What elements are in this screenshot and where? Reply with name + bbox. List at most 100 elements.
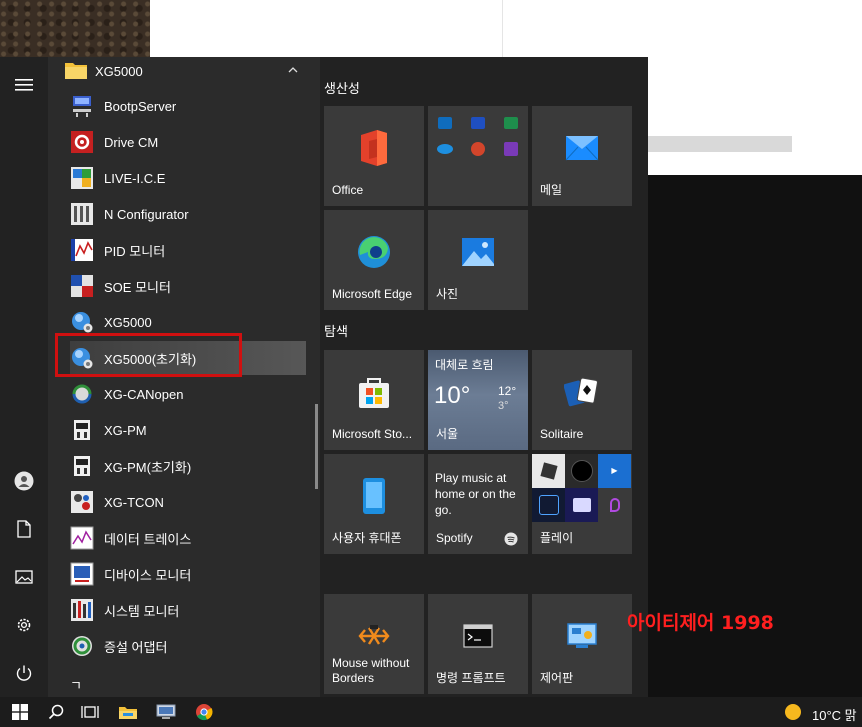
- tile-store[interactable]: Microsoft Sto...: [324, 350, 424, 450]
- app-label: XG-PM(초기화): [104, 459, 192, 475]
- app-label: 디바이스 모니터: [104, 567, 192, 583]
- app-pid-monitor[interactable]: PID 모니터: [70, 233, 306, 267]
- tile-mail[interactable]: 메일: [532, 106, 632, 206]
- xg-pm-init-icon: [70, 454, 94, 478]
- edge-icon: [358, 236, 390, 268]
- tile-office[interactable]: Office: [324, 106, 424, 206]
- roblox-icon: [532, 454, 565, 488]
- window-divider: [502, 0, 503, 57]
- gear-icon: [17, 618, 31, 632]
- tile-control-panel[interactable]: 제어판: [532, 594, 632, 694]
- app-device-monitor[interactable]: 디바이스 모니터: [70, 557, 306, 591]
- group-label-explore[interactable]: 탐색: [324, 321, 348, 340]
- taskbar-file-explorer[interactable]: [110, 697, 146, 727]
- xg-tcon-icon: [70, 490, 94, 514]
- document-icon: [17, 520, 31, 538]
- tiktok-icon: [565, 454, 598, 488]
- server-icon: [70, 94, 94, 118]
- app-list-scrollbar[interactable]: [315, 404, 318, 489]
- app-xg-canopen[interactable]: XG-CANopen: [70, 377, 306, 411]
- red-highlight-box: [55, 333, 242, 377]
- tile-photos[interactable]: 사진: [428, 210, 528, 310]
- store-icon: [359, 378, 389, 408]
- app-adapter[interactable]: 증설 어댑터: [70, 629, 306, 663]
- group-label-productivity[interactable]: 생산성: [324, 78, 360, 97]
- tile-weather[interactable]: 대체로 흐림 10° 12° 3° 서울: [428, 350, 528, 450]
- drive-cm-icon: [70, 130, 94, 154]
- tile-office-apps[interactable]: [428, 106, 528, 206]
- power-button[interactable]: [0, 653, 48, 693]
- task-view-button[interactable]: [72, 697, 108, 727]
- soe-monitor-icon: [70, 274, 94, 298]
- app-label: XG-CANopen: [104, 386, 184, 402]
- system-monitor-icon: [70, 598, 94, 622]
- control-panel-icon: [567, 623, 597, 648]
- phone-icon: [363, 478, 385, 514]
- windows-logo-icon: [12, 704, 28, 720]
- dolby-icon: [565, 488, 598, 522]
- task-view-icon: [81, 706, 99, 718]
- desktop-wallpaper-fragment: [0, 0, 150, 57]
- background-window-bar: [648, 136, 792, 152]
- tile-label: Microsoft Edge: [332, 287, 413, 301]
- tile-spotify[interactable]: Play music at home or on the go. Spotify: [428, 454, 528, 554]
- monitor-app-icon: [156, 704, 176, 719]
- app-label: XG-PM: [104, 422, 147, 438]
- tile-label: Solitaire: [540, 427, 584, 441]
- tile-play[interactable]: ▶ 플레이: [532, 454, 632, 554]
- settings-button[interactable]: [0, 605, 48, 645]
- tile-solitaire[interactable]: Solitaire: [532, 350, 632, 450]
- letter-header[interactable]: ㄱ: [70, 675, 82, 694]
- pid-monitor-icon: [70, 238, 94, 262]
- tile-label: Spotify: [436, 531, 473, 545]
- app-label: 시스템 모니터: [104, 603, 180, 619]
- tile-label: 메일: [540, 183, 563, 197]
- xg-pm-icon: [70, 418, 94, 442]
- app-label: BootpServer: [104, 98, 177, 114]
- tile-edge[interactable]: Microsoft Edge: [324, 210, 424, 310]
- folder-label: XG5000: [95, 64, 143, 79]
- app-n-configurator[interactable]: N Configurator: [70, 197, 306, 231]
- app-xg-pm[interactable]: XG-PM: [70, 413, 306, 447]
- user-account-button[interactable]: [0, 461, 48, 501]
- folder-icon: [65, 63, 87, 79]
- app-drive-cm[interactable]: Drive CM: [70, 125, 306, 159]
- tile-label: 플레이: [540, 531, 574, 545]
- command-prompt-icon: [463, 624, 493, 648]
- app-xg-pm-init[interactable]: XG-PM(초기화): [70, 449, 306, 483]
- documents-button[interactable]: [0, 509, 48, 549]
- app-soe-monitor[interactable]: SOE 모니터: [70, 269, 306, 303]
- adapter-icon: [70, 634, 94, 658]
- weather-temp: 10°: [434, 382, 471, 409]
- play-apps-grid: ▶: [532, 454, 632, 522]
- app-live-ice[interactable]: LIVE-I.C.E: [70, 161, 306, 195]
- hamburger-menu-button[interactable]: [0, 65, 48, 105]
- file-explorer-icon: [119, 707, 137, 719]
- tile-your-phone[interactable]: 사용자 휴대폰: [324, 454, 424, 554]
- app-bootpserver[interactable]: BootpServer: [70, 89, 306, 123]
- power-icon: [16, 665, 32, 681]
- folder-xg5000[interactable]: XG5000: [48, 57, 320, 85]
- app-label: 증설 어댑터: [104, 639, 168, 655]
- app-label: 데이터 트레이스: [104, 531, 192, 547]
- tile-mouse-without-borders[interactable]: Mouse without Borders: [324, 594, 424, 694]
- hamburger-icon: [15, 79, 33, 91]
- chevron-up-icon: [288, 67, 298, 73]
- mouse-without-borders-icon: [358, 625, 390, 645]
- taskbar-weather-text[interactable]: 10°C 맑: [812, 705, 857, 724]
- watermark-text: 아이티제어 1998: [627, 612, 774, 634]
- app-data-trace[interactable]: 데이터 트레이스: [70, 521, 306, 555]
- app-list: XG5000 BootpServer Drive CM LIVE-I.C.E N…: [48, 57, 320, 697]
- pictures-button[interactable]: [0, 557, 48, 597]
- taskbar-chrome[interactable]: [186, 697, 222, 727]
- start-button[interactable]: [2, 697, 38, 727]
- search-button[interactable]: [38, 697, 74, 727]
- tile-command-prompt[interactable]: 명령 프롬프트: [428, 594, 528, 694]
- weather-condition: 대체로 흐림: [435, 358, 494, 372]
- taskbar-app-monitor[interactable]: [148, 697, 184, 727]
- picsart-icon: [598, 488, 631, 522]
- tile-label: 서울: [436, 427, 459, 441]
- spotify-tagline: Play music at home or on the go.: [435, 471, 516, 517]
- app-system-monitor[interactable]: 시스템 모니터: [70, 593, 306, 627]
- app-xg-tcon[interactable]: XG-TCON: [70, 485, 306, 519]
